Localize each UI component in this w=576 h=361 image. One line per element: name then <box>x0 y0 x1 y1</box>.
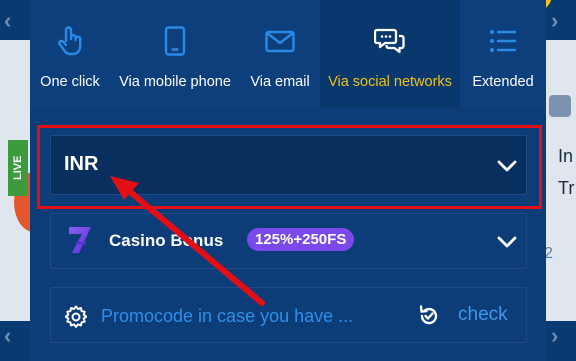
chat-bubbles-icon <box>374 28 405 54</box>
tablet-icon <box>164 26 186 56</box>
tab-label: Via social networks <box>328 74 452 90</box>
currency-select[interactable]: INR <box>50 135 527 195</box>
chevron-down-icon <box>497 160 517 172</box>
bg-chevron-right-icon: › <box>551 8 559 33</box>
check-promocode-link[interactable]: check <box>458 304 508 326</box>
tab-one-click[interactable]: One click <box>30 0 110 108</box>
promocode-input[interactable] <box>101 302 401 330</box>
envelope-icon <box>265 30 295 53</box>
tab-mobile-phone[interactable]: Via mobile phone <box>110 0 240 108</box>
bonus-select[interactable]: Casino Bonus 125%+250FS <box>50 213 527 269</box>
casino-seven-icon <box>69 227 91 253</box>
tab-label: One click <box>40 74 100 90</box>
bonus-percent-badge: 125%+250FS <box>247 228 355 251</box>
bg-side-text-1: In <box>558 146 574 166</box>
gear-icon <box>64 305 88 328</box>
bg-chevron-left-icon: ‹ <box>4 323 12 348</box>
currency-value: INR <box>64 153 99 175</box>
registration-method-tabs: One click Via mobile phone Via email Via… <box>30 0 546 108</box>
bg-card-badge <box>549 95 571 117</box>
live-badge: LIVE <box>8 140 28 196</box>
bg-side-text-2: Tr <box>558 178 575 198</box>
list-icon <box>490 30 517 52</box>
tab-email[interactable]: Via email <box>240 0 320 108</box>
tab-extended[interactable]: Extended <box>460 0 546 108</box>
refresh-icon[interactable] <box>417 304 441 328</box>
tab-label: Via email <box>250 74 310 90</box>
pointer-hand-icon <box>58 26 82 56</box>
tab-label: Extended <box>472 74 534 90</box>
chevron-down-icon <box>497 236 517 248</box>
bg-chevron-right-icon: › <box>551 323 559 348</box>
tab-label: Via mobile phone <box>119 74 231 90</box>
bg-chevron-left-icon: ‹ <box>4 8 12 33</box>
tab-social-networks[interactable]: Via social networks <box>320 0 460 108</box>
registration-modal: One click Via mobile phone Via email Via… <box>30 0 546 361</box>
bonus-label: Casino Bonus <box>109 231 224 250</box>
promocode-row: check <box>50 287 527 343</box>
